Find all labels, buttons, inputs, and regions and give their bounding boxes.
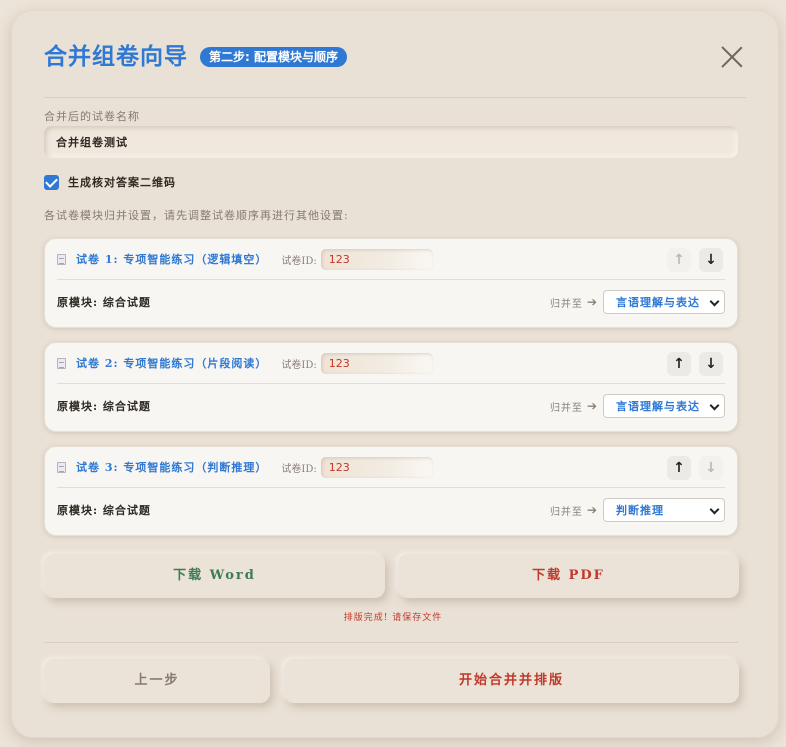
module-select-value: 判断推理 (616, 504, 664, 517)
merge-to-label: 归并至 (549, 506, 583, 518)
qr-checkbox[interactable] (44, 174, 59, 190)
original-module: 原模块: 综合试题 (57, 504, 151, 517)
chevron-down-icon (709, 504, 720, 515)
qr-checkbox-row[interactable]: 生成核对答案二维码 (44, 174, 176, 190)
module-select[interactable]: 言语理解与表达 (603, 290, 725, 314)
arrow-right-icon: ➔ (586, 503, 597, 517)
paper-id-label: 试卷ID: (281, 255, 317, 267)
module-select[interactable]: 言语理解与表达 (603, 394, 725, 418)
original-module: 原模块: 综合试题 (57, 296, 151, 309)
merge-wizard-dialog: 合并组卷向导 第二步: 配置模块与顺序 合并后的试卷名称 生成核对答案二维码 各… (11, 10, 779, 738)
original-module: 原模块: 综合试题 (57, 400, 151, 413)
move-down-button[interactable]: ↓ (699, 352, 723, 376)
paper-card-body: 原模块: 综合试题 归并至 ➔ 言语理解与表达 (57, 385, 725, 427)
document-icon (57, 357, 66, 369)
arrow-right-icon: ➔ (586, 295, 597, 309)
paper-card-body: 原模块: 综合试题 归并至 ➔ 言语理解与表达 (57, 281, 725, 323)
paper-card-header: 试卷 1: 专项智能练习（逻辑填空） 试卷ID: 123 ↑ ↓ (57, 239, 725, 280)
qr-checkbox-label: 生成核对答案二维码 (68, 176, 176, 189)
dialog-title: 合并组卷向导 (44, 43, 188, 70)
paper-card-3: 试卷 3: 专项智能练习（判断推理） 试卷ID: 123 ↑ ↓ 原模块: 综合… (44, 446, 738, 536)
paper-name-input[interactable] (44, 126, 738, 158)
paper-card-1: 试卷 1: 专项智能练习（逻辑填空） 试卷ID: 123 ↑ ↓ 原模块: 综合… (44, 238, 738, 328)
paper-id-label: 试卷ID: (281, 359, 317, 371)
move-down-button[interactable]: ↓ (699, 456, 723, 480)
module-select[interactable]: 判断推理 (603, 498, 725, 522)
move-up-button[interactable]: ↑ (667, 248, 691, 272)
paper-title: 试卷 3: 专项智能练习（判断推理） (76, 461, 268, 474)
paper-card-header: 试卷 2: 专项智能练习（片段阅读） 试卷ID: 123 ↑ ↓ (57, 343, 725, 384)
module-select-value: 言语理解与表达 (616, 296, 700, 309)
paper-id-input[interactable]: 123 (320, 248, 433, 270)
move-up-button[interactable]: ↑ (667, 352, 691, 376)
status-message: 排版完成! 请保存文件 (343, 613, 443, 623)
download-word-button[interactable]: 下载 Word (44, 554, 385, 598)
module-select-value: 言语理解与表达 (616, 400, 700, 413)
move-up-button[interactable]: ↑ (667, 456, 691, 480)
paper-card-2: 试卷 2: 专项智能练习（片段阅读） 试卷ID: 123 ↑ ↓ 原模块: 综合… (44, 342, 738, 432)
paper-card-body: 原模块: 综合试题 归并至 ➔ 判断推理 (57, 489, 725, 531)
move-down-button[interactable]: ↓ (699, 248, 723, 272)
merge-to-label: 归并至 (549, 298, 583, 310)
chevron-down-icon (709, 296, 720, 307)
paper-id-input[interactable]: 123 (320, 352, 433, 374)
document-icon (57, 461, 66, 473)
prev-step-button[interactable]: 上一步 (44, 659, 270, 703)
close-icon[interactable] (721, 46, 743, 68)
instructions-text: 各试卷模块归并设置，请先调整试卷顺序再进行其他设置: (44, 209, 349, 222)
footer-divider (44, 642, 738, 643)
paper-id-input[interactable]: 123 (320, 456, 433, 478)
arrow-right-icon: ➔ (586, 399, 597, 413)
dialog-header: 合并组卷向导 第二步: 配置模块与顺序 (44, 40, 746, 98)
paper-card-header: 试卷 3: 专项智能练习（判断推理） 试卷ID: 123 ↑ ↓ (57, 447, 725, 488)
paper-title: 试卷 1: 专项智能练习（逻辑填空） (76, 253, 268, 266)
paper-id-label: 试卷ID: (281, 463, 317, 475)
chevron-down-icon (709, 400, 720, 411)
step-badge: 第二步: 配置模块与顺序 (200, 47, 347, 67)
paper-name-label: 合并后的试卷名称 (44, 110, 140, 123)
merge-to-label: 归并至 (549, 402, 583, 414)
start-merge-button[interactable]: 开始合并并排版 (284, 659, 739, 703)
paper-title: 试卷 2: 专项智能练习（片段阅读） (76, 357, 268, 370)
document-icon (57, 253, 66, 265)
download-pdf-button[interactable]: 下载 PDF (398, 554, 739, 598)
